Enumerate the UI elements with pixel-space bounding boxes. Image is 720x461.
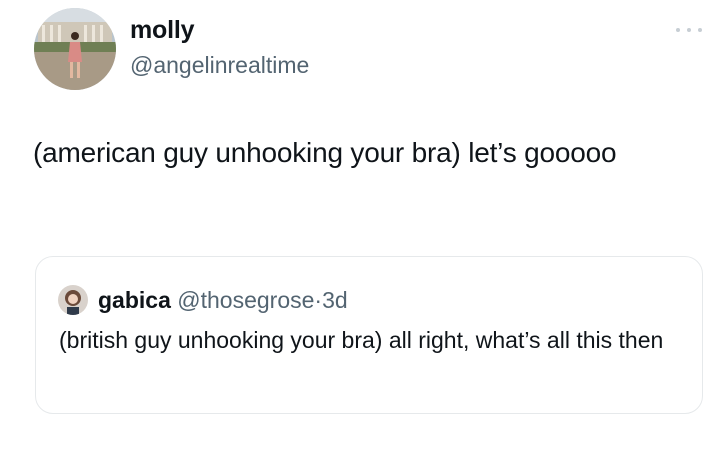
quoted-tweet-text: (british guy unhooking your bra) all rig… (59, 327, 664, 353)
quoted-tweet-card[interactable]: gabica @thosegrose·3d (british guy unhoo… (35, 256, 703, 414)
tweet: molly @angelinrealtime (american guy unh… (0, 0, 720, 461)
quoted-author-display-name[interactable]: gabica (98, 287, 171, 313)
author-display-name[interactable]: molly (130, 16, 194, 45)
author-avatar[interactable] (34, 8, 116, 90)
quoted-author-avatar[interactable] (58, 285, 88, 315)
quoted-tweet-timestamp[interactable]: 3d (322, 287, 348, 313)
separator-dot: · (314, 287, 323, 313)
tweet-text: (american guy unhooking your bra) let’s … (33, 137, 617, 168)
quoted-tweet-header: gabica @thosegrose·3d (98, 285, 348, 315)
author-handle[interactable]: @angelinrealtime (130, 52, 309, 79)
quoted-author-handle[interactable]: @thosegrose (177, 287, 314, 313)
quoted-avatar-photo (58, 285, 88, 315)
more-horizontal-icon (676, 28, 680, 32)
more-options-button[interactable] (676, 22, 702, 38)
avatar-photo (34, 8, 116, 90)
